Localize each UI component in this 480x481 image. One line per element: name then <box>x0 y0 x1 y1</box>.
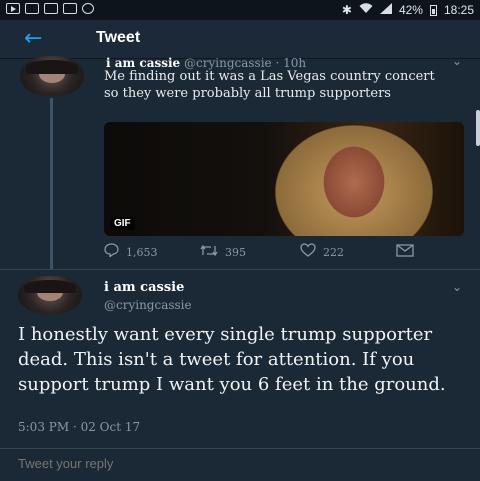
signal-icon <box>379 3 392 17</box>
back-arrow-icon[interactable]: ← <box>24 26 42 51</box>
scrollbar[interactable] <box>476 110 480 146</box>
avatar[interactable] <box>20 56 84 96</box>
page-title: Tweet <box>96 29 141 46</box>
app-header: ← Tweet <box>0 20 480 59</box>
tweet-text: Me finding out it was a Las Vegas countr… <box>104 69 435 101</box>
tweet-timestamp: 5:03 PM · 02 Oct 17 <box>18 420 141 434</box>
youtube-icon <box>6 3 20 14</box>
battery-percent: 42% <box>398 3 423 17</box>
status-bar: ✱ 42% 18:25 <box>0 0 480 20</box>
sync-icon <box>82 3 94 14</box>
direct-message-button[interactable] <box>396 243 414 261</box>
chevron-down-icon[interactable]: ⌄ <box>452 54 462 68</box>
image-icon <box>44 3 58 14</box>
avatar[interactable] <box>18 276 82 314</box>
mail-icon <box>25 3 39 14</box>
author-name[interactable]: i am cassie <box>104 280 184 295</box>
clock: 18:25 <box>443 3 474 17</box>
reply-button[interactable]: 1,653 <box>104 243 158 261</box>
gmail-icon <box>63 3 77 14</box>
reply-input[interactable] <box>16 455 196 472</box>
tweet-actions: 1,653 395 222 <box>104 243 444 259</box>
retweet-button[interactable]: 395 <box>200 243 246 261</box>
divider <box>0 269 480 270</box>
retweet-count: 395 <box>225 245 246 259</box>
tweet-media-gif[interactable]: GIF <box>104 122 464 236</box>
reply-icon <box>104 243 119 261</box>
system-icons: ✱ 42% 18:25 <box>342 3 474 17</box>
wifi-icon <box>359 3 373 17</box>
notification-icons <box>6 3 94 14</box>
thread-connector <box>50 98 53 270</box>
retweet-icon <box>200 243 218 261</box>
bluetooth-icon: ✱ <box>341 3 352 17</box>
like-count: 222 <box>323 245 344 259</box>
like-button[interactable]: 222 <box>300 243 344 261</box>
reply-count: 1,653 <box>126 245 158 259</box>
author-handle[interactable]: @cryingcassie <box>104 298 192 312</box>
envelope-icon <box>396 243 414 261</box>
tweet-text: I honestly want every single trump suppo… <box>18 324 446 395</box>
chevron-down-icon[interactable]: ⌄ <box>452 280 462 294</box>
heart-icon <box>300 243 316 261</box>
reply-bar <box>0 448 480 481</box>
battery-icon <box>429 4 437 16</box>
gif-badge: GIF <box>110 217 135 230</box>
